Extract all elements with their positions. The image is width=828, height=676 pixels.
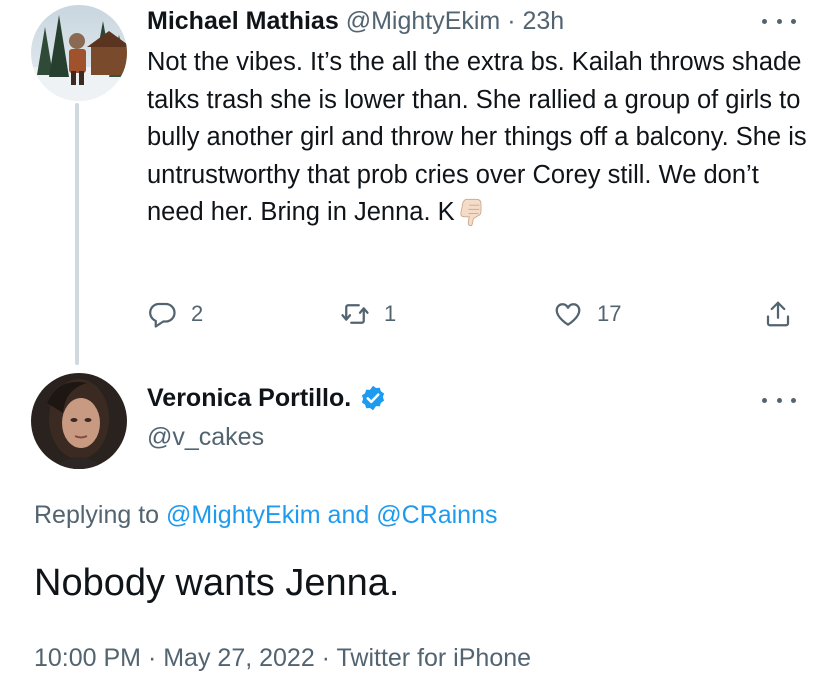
tweet-time[interactable]: 10:00 PM: [34, 644, 141, 672]
avatar-photo-snowy-forest: [31, 5, 127, 101]
retweet-button[interactable]: 1: [340, 296, 396, 332]
tweet-client[interactable]: Twitter for iPhone: [337, 644, 532, 672]
avatar-michael-mathias[interactable]: [31, 5, 127, 101]
reply-bubble-icon: [149, 302, 176, 328]
author-name[interactable]: Veronica Portillo.: [147, 380, 351, 416]
author-handle[interactable]: @v_cakes: [147, 420, 264, 454]
share-button[interactable]: [763, 296, 793, 332]
avatar-veronica-portillo[interactable]: [31, 373, 127, 469]
replying-to: Replying to @MightyEkim and @CRainns: [34, 497, 497, 533]
heart-icon: [555, 303, 581, 326]
thread-connector-line: [75, 103, 79, 365]
tweet2-text: Nobody wants Jenna.: [34, 562, 400, 604]
tweet-date[interactable]: May 27, 2022: [163, 644, 315, 672]
mention-link[interactable]: @MightyEkim: [166, 501, 321, 529]
tweet1-header: Michael Mathias @MightyEkim · 23h: [147, 4, 564, 38]
header-separator: ·: [500, 7, 523, 35]
reply-button[interactable]: 2: [147, 296, 203, 332]
mention-link[interactable]: @CRainns: [376, 501, 497, 529]
more-options-icon[interactable]: [762, 395, 796, 405]
share-icon: [766, 301, 790, 327]
tweet-time[interactable]: 23h: [522, 7, 564, 35]
like-count: 17: [597, 301, 622, 326]
meta-separator: ·: [314, 644, 337, 672]
meta-separator: ·: [141, 644, 164, 672]
avatar-photo-portrait: [31, 373, 127, 469]
like-button[interactable]: 17: [553, 296, 621, 332]
reply-and-text[interactable]: and: [321, 501, 377, 529]
author-name[interactable]: Michael Mathias: [147, 7, 339, 35]
tweet2-author-row: Veronica Portillo.: [147, 380, 387, 416]
retweet-icon: [341, 304, 369, 324]
thumbs-down-emoji-icon: [460, 198, 482, 226]
reply-count: 2: [191, 301, 204, 326]
verified-badge-icon: [362, 385, 385, 411]
replying-prefix: Replying to: [34, 501, 167, 529]
retweet-count: 1: [384, 301, 397, 326]
author-handle[interactable]: @MightyEkim: [346, 7, 501, 35]
tweet-metadata: 10:00 PM · May 27, 2022 · Twitter for iP…: [34, 640, 531, 676]
more-options-icon[interactable]: [762, 16, 796, 26]
tweet1-text: Not the vibes. It’s the all the extra bs…: [147, 44, 807, 232]
